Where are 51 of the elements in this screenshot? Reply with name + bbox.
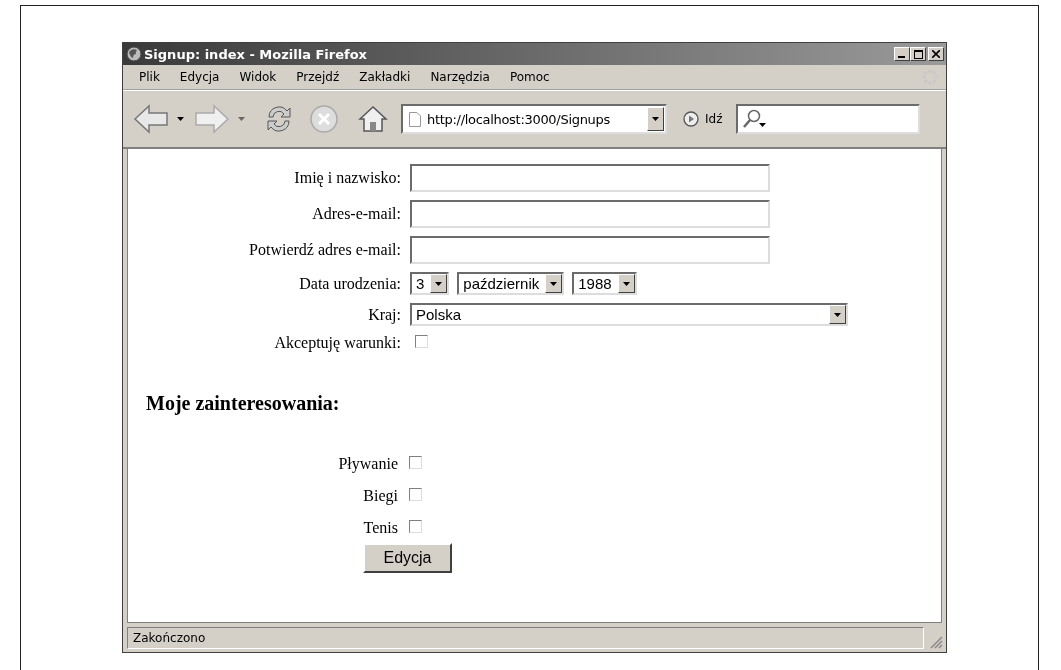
field-label: Adres-e-mail: [311, 205, 401, 223]
search-icon [742, 109, 769, 129]
caret-icon [430, 274, 448, 293]
menu-item[interactable]: Widok [233, 70, 285, 84]
submit-button[interactable]: Edycja [363, 543, 452, 573]
menu-item[interactable]: Plik [133, 70, 168, 84]
dropdown[interactable]: Polska [410, 303, 848, 326]
back-button[interactable] [133, 103, 169, 135]
menu-item[interactable]: Edycja [173, 70, 228, 84]
maximize-button[interactable] [910, 47, 926, 61]
checkbox-label: Tenis [362, 519, 398, 537]
caret-icon [829, 305, 846, 324]
maximize-icon [913, 49, 923, 59]
menu-item[interactable]: Przejdź [290, 70, 348, 84]
close-icon [932, 50, 940, 58]
globe-icon [126, 46, 142, 62]
address-bar[interactable]: http://localhost:3000/Signups [401, 104, 667, 134]
checkbox[interactable] [415, 335, 428, 348]
close-button[interactable] [928, 47, 944, 61]
dropdown-arrow-icon[interactable] [177, 117, 184, 121]
input-field[interactable] [410, 200, 770, 228]
field-label: Data urodzenia: [298, 274, 401, 293]
resize-grip-icon[interactable] [930, 636, 943, 649]
search-field[interactable] [736, 104, 921, 134]
home-button[interactable] [357, 103, 389, 135]
field-label: Akceptuję warunki: [273, 334, 401, 352]
input-field[interactable] [410, 164, 770, 192]
field-label: Imię i nazwisko: [293, 169, 401, 187]
input-field[interactable] [410, 236, 770, 264]
page-icon [409, 111, 421, 127]
url-text: http://localhost:3000/Signups [427, 111, 611, 127]
field-label: Kraj: [367, 305, 401, 324]
dropdown[interactable]: październik [457, 272, 565, 295]
minimize-button[interactable] [894, 47, 910, 61]
checkbox[interactable] [409, 520, 422, 533]
checkbox[interactable] [409, 456, 422, 469]
section-heading: Moje zainteresowania: [146, 392, 340, 415]
checkbox-label: Biegi [362, 487, 398, 505]
menu-item[interactable]: Zakładki [353, 70, 419, 84]
dropdown[interactable]: 3 [410, 272, 450, 295]
caret-icon [545, 274, 563, 293]
field-label: Potwierdź adres e-mail: [248, 241, 401, 259]
caret-icon [617, 274, 635, 293]
dropdown[interactable]: 1988 [572, 272, 637, 295]
status-text: Zakończono [127, 627, 924, 649]
menu-item[interactable]: Narzędzia [424, 70, 498, 84]
checkbox[interactable] [409, 488, 422, 501]
window-title: Signup: index - Mozilla Firefox [144, 46, 368, 62]
go-button[interactable]: Idź [683, 111, 723, 127]
menu-item[interactable]: Pomoc [503, 70, 558, 84]
checkbox-label: Pływanie [337, 455, 398, 473]
